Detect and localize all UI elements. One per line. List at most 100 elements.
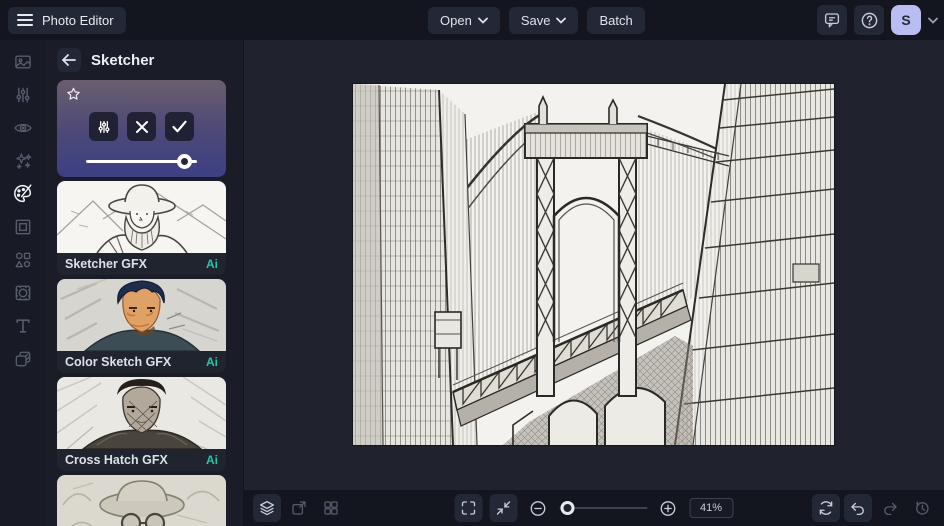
sidebar-item-sticker[interactable]: [8, 282, 38, 303]
sidebar-item-effects[interactable]: [8, 150, 38, 171]
thumb-color-sketch-portrait: [57, 279, 226, 351]
slider-handle[interactable]: [176, 154, 192, 169]
history-controls: [812, 494, 936, 522]
check-icon: [172, 120, 187, 133]
chevron-down-icon: [477, 17, 488, 24]
comment-icon: [823, 11, 841, 29]
sketcher-panel: Sketcher Sketcher GFX Ai Color Sketch GF…: [45, 40, 243, 526]
text-icon: [13, 316, 33, 336]
thumb-pencil-portrait: [57, 181, 226, 253]
sidebar-item-adjust[interactable]: [8, 84, 38, 105]
effect-item-cross-hatch-gfx[interactable]: Cross Hatch GFX Ai: [57, 377, 226, 471]
sparkles-icon: [13, 151, 33, 171]
canvas-area[interactable]: [243, 40, 944, 490]
favorite-star-icon[interactable]: [65, 86, 82, 102]
ai-badge: Ai: [206, 355, 218, 369]
layers-icon: [258, 499, 276, 517]
sidebar-item-retouch[interactable]: [8, 117, 38, 138]
canvas-image[interactable]: [353, 84, 834, 445]
sidebar-item-overlay[interactable]: [8, 348, 38, 369]
feedback-button[interactable]: [817, 5, 847, 35]
panel-header: Sketcher: [57, 48, 243, 72]
fullscreen-icon: [459, 499, 477, 517]
sidebar-item-frame[interactable]: [8, 216, 38, 237]
thumb-label: Sketcher GFX Ai: [57, 253, 226, 275]
bottombar: [243, 490, 944, 526]
close-icon: [135, 120, 149, 134]
effect-adjust-button[interactable]: [89, 112, 118, 141]
manhattan-bridge-sketch: [353, 84, 834, 445]
palette-icon: [12, 183, 33, 204]
avatar[interactable]: S: [891, 5, 921, 35]
zoom-slider[interactable]: [559, 501, 647, 515]
save-button[interactable]: Save: [508, 6, 579, 34]
image-icon: [13, 52, 33, 72]
effect-card-actions: [57, 112, 226, 141]
chevron-down-icon[interactable]: [928, 17, 938, 24]
zoom-out-button[interactable]: [524, 494, 552, 522]
bottombar-left: [253, 494, 345, 522]
sidebar-item-text[interactable]: [8, 315, 38, 336]
undo-button[interactable]: [844, 494, 872, 522]
thumb-label: Color Sketch GFX Ai: [57, 351, 226, 373]
file-actions: Open Save Batch: [428, 0, 645, 40]
fit-screen-button[interactable]: [489, 494, 517, 522]
grid-view-button[interactable]: [317, 494, 345, 522]
back-button[interactable]: [57, 48, 81, 72]
hamburger-icon: [17, 13, 33, 27]
sync-icon: [817, 499, 835, 517]
arrow-left-icon: [62, 54, 76, 66]
shapes-icon: [13, 250, 33, 270]
fit-screen-icon: [494, 499, 512, 517]
help-icon: [860, 11, 879, 30]
sliders-icon: [96, 119, 112, 135]
selected-effect-card[interactable]: [57, 80, 226, 177]
effect-cancel-button[interactable]: [127, 112, 156, 141]
effect-item-sketcher-gfx[interactable]: Sketcher GFX Ai: [57, 181, 226, 275]
thumb-light-pencil-portrait: [57, 475, 226, 526]
frame-icon: [13, 217, 33, 237]
topbar-right: S: [817, 0, 938, 40]
history-button[interactable]: [908, 494, 936, 522]
effect-apply-button[interactable]: [165, 112, 194, 141]
thumb-label: Cross Hatch GFX Ai: [57, 449, 226, 471]
plus-circle-icon: [659, 499, 678, 518]
sidebar-item-image[interactable]: [8, 51, 38, 72]
minus-circle-icon: [529, 499, 548, 518]
resize-canvas-button[interactable]: [285, 494, 313, 522]
sliders-icon: [13, 85, 33, 105]
zoom-in-button[interactable]: [654, 494, 682, 522]
history-clock-icon: [913, 499, 931, 517]
effect-item-color-sketch-gfx[interactable]: Color Sketch GFX Ai: [57, 279, 226, 373]
ai-badge: Ai: [206, 453, 218, 467]
layers-button[interactable]: [253, 494, 281, 522]
ai-badge: Ai: [206, 257, 218, 271]
help-button[interactable]: [854, 5, 884, 35]
app-title: Photo Editor: [42, 12, 114, 28]
redo-icon: [881, 499, 899, 517]
effect-item-partial[interactable]: [57, 475, 226, 526]
sidebar-item-elements[interactable]: [8, 249, 38, 270]
fullscreen-button[interactable]: [454, 494, 482, 522]
eye-icon: [13, 118, 33, 138]
open-button[interactable]: Open: [428, 6, 500, 34]
resize-icon: [290, 499, 308, 517]
zoom-value-input[interactable]: [689, 498, 733, 518]
tool-rail: [0, 40, 45, 526]
grid-icon: [322, 499, 340, 517]
topbar: Photo Editor Open Save Batch S: [0, 0, 944, 40]
slider-handle[interactable]: [560, 501, 575, 515]
undo-icon: [849, 499, 867, 517]
batch-button[interactable]: Batch: [587, 6, 645, 34]
thumb-crosshatch-portrait: [57, 377, 226, 449]
overlap-squares-icon: [13, 349, 33, 369]
sidebar-item-artistic[interactable]: [8, 183, 38, 204]
zoom-controls: [454, 494, 733, 522]
sync-rotate-button[interactable]: [812, 494, 840, 522]
menu-button[interactable]: Photo Editor: [8, 6, 126, 34]
page-title: Sketcher: [91, 51, 155, 69]
effect-amount-slider[interactable]: [86, 154, 197, 169]
redo-button[interactable]: [876, 494, 904, 522]
sticker-icon: [13, 283, 33, 303]
chevron-down-icon: [556, 17, 567, 24]
